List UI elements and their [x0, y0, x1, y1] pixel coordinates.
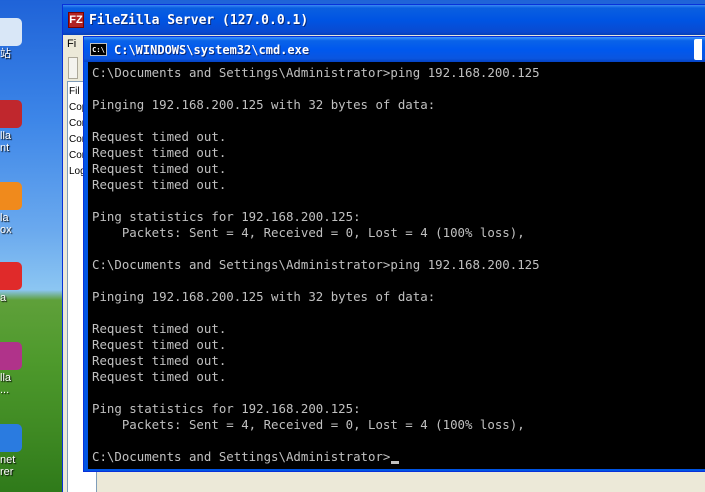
console-prompt[interactable]: C:\Documents and Settings\Administrator> — [92, 449, 705, 465]
filezilla-icon: FZ — [68, 12, 84, 28]
app-icon — [0, 342, 22, 370]
internet-explorer-icon — [0, 424, 22, 452]
window-title: C:\WINDOWS\system32\cmd.exe — [114, 42, 310, 57]
console-output[interactable]: C:\Documents and Settings\Administrator>… — [88, 62, 705, 469]
desktop-icon-label: lla ... — [0, 372, 12, 396]
console-line: Request timed out. — [92, 321, 227, 336]
desktop-icon-firefox[interactable]: la ox — [0, 182, 40, 236]
console-line: Packets: Sent = 4, Received = 0, Lost = … — [92, 417, 525, 432]
console-line: Request timed out. — [92, 145, 227, 160]
desktop-icon-4[interactable]: a — [0, 262, 40, 304]
cmd-window[interactable]: C:\ C:\WINDOWS\system32\cmd.exe C:\Docum… — [83, 36, 705, 472]
console-line: Ping statistics for 192.168.200.125: — [92, 401, 361, 416]
desktop-icon-1[interactable]: 站 — [0, 18, 40, 60]
console-line: Request timed out. — [92, 369, 227, 384]
console-line: C:\Documents and Settings\Administrator>… — [92, 65, 540, 80]
console-line: Request timed out. — [92, 161, 227, 176]
window-title: FileZilla Server (127.0.0.1) — [89, 12, 309, 28]
desktop-icon-label: lla nt — [0, 130, 12, 154]
menu-item-file[interactable]: Fi — [67, 38, 76, 56]
app-icon — [0, 262, 22, 290]
prompt-text: C:\Documents and Settings\Administrator> — [92, 449, 391, 464]
desktop-icon-5[interactable]: lla ... — [0, 342, 40, 396]
desktop-icon-label: 站 — [0, 48, 11, 60]
console-line: Request timed out. — [92, 337, 227, 352]
console-line: Request timed out. — [92, 129, 227, 144]
firefox-icon — [0, 182, 22, 210]
console-line: C:\Documents and Settings\Administrator>… — [92, 257, 540, 272]
console-line: Request timed out. — [92, 353, 227, 368]
desktop-icon-label: la ox — [0, 212, 12, 236]
filezilla-icon — [0, 100, 22, 128]
console-line: Request timed out. — [92, 177, 227, 192]
desktop-icon-filezilla-client[interactable]: lla nt — [0, 100, 40, 154]
console-line: Pinging 192.168.200.125 with 32 bytes of… — [92, 97, 436, 112]
desktop-icon-label: net rer — [0, 454, 16, 478]
cmd-icon: C:\ — [90, 43, 107, 56]
console-line: Ping statistics for 192.168.200.125: — [92, 209, 361, 224]
desktop-icon-internet-explorer[interactable]: net rer — [0, 424, 40, 478]
toolbar-button[interactable] — [68, 57, 78, 79]
console-line: Pinging 192.168.200.125 with 32 bytes of… — [92, 289, 436, 304]
cmd-titlebar[interactable]: C:\ C:\WINDOWS\system32\cmd.exe — [84, 37, 705, 62]
text-cursor — [391, 461, 400, 464]
desktop-icon-label: a — [0, 292, 7, 304]
console-line: Packets: Sent = 4, Received = 0, Lost = … — [92, 225, 525, 240]
filezilla-titlebar[interactable]: FZ FileZilla Server (127.0.0.1) — [63, 5, 705, 35]
minimize-button[interactable] — [694, 39, 702, 60]
app-icon — [0, 18, 22, 46]
